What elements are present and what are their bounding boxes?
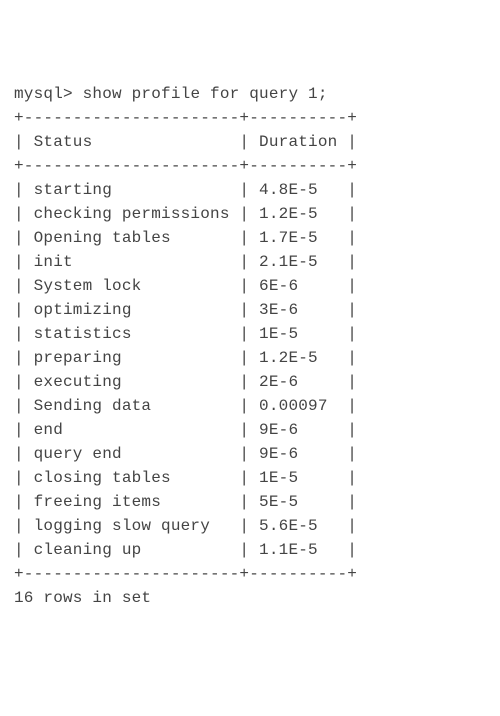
table-body: | starting | 4.8E-5 | | checking permiss… (14, 181, 357, 559)
table-border-bottom: +----------------------+----------+ (14, 565, 357, 583)
table-header-row: | Status | Duration | (14, 133, 357, 151)
table-border-top: +----------------------+----------+ (14, 109, 357, 127)
result-footer: 16 rows in set (14, 589, 151, 607)
terminal-output: mysql> show profile for query 1; +------… (14, 82, 486, 610)
table-border-mid: +----------------------+----------+ (14, 157, 357, 175)
mysql-prompt: mysql> (14, 85, 83, 103)
sql-command: show profile for query 1; (83, 85, 328, 103)
